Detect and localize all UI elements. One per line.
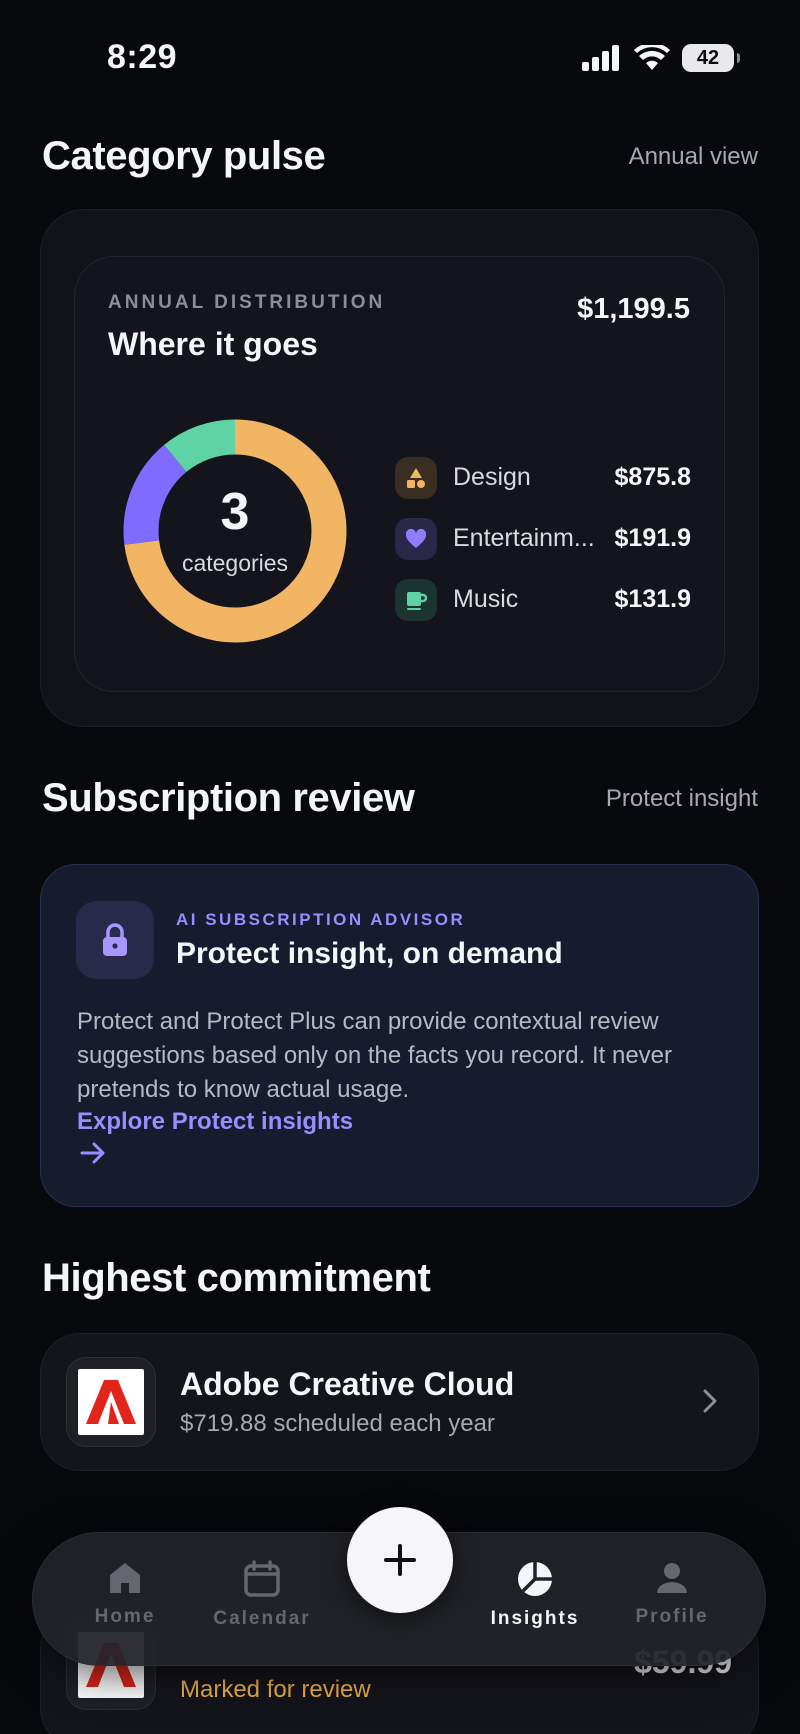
legend-item-design[interactable]: Design $875.8 [395, 447, 691, 508]
advisor-overline: AI SUBSCRIPTION ADVISOR [176, 910, 466, 929]
status-icons: 42 [582, 44, 740, 72]
adobe-logo-icon [66, 1357, 156, 1447]
person-icon [657, 1563, 687, 1593]
plus-icon [384, 1544, 416, 1576]
heart-icon [395, 517, 437, 560]
battery-indicator: 42 [682, 44, 740, 72]
distribution-total: $1,199.5 [577, 293, 690, 325]
subscription-review-header: Subscription review Protect insight [42, 776, 758, 821]
section-title: Highest commitment [42, 1256, 431, 1300]
legend-value: $131.9 [614, 585, 691, 613]
wifi-icon [634, 45, 670, 70]
legend-label: Design [453, 463, 531, 491]
explore-protect-insights-link[interactable]: Explore Protect insights [77, 1108, 353, 1136]
tab-calendar[interactable]: Calendar [192, 1560, 332, 1630]
highest-commitment-header: Highest commitment [42, 1256, 758, 1301]
protect-insight-link[interactable]: Protect insight [606, 785, 758, 813]
annual-view-link[interactable]: Annual view [629, 143, 758, 171]
advisor-description: Protect and Protect Plus can provide con… [77, 1008, 673, 1103]
legend-item-entertainment[interactable]: Entertainm... $191.9 [395, 508, 691, 569]
tab-label: Insights [490, 1608, 580, 1629]
tab-label: Home [94, 1606, 156, 1627]
donut-center: 3 categories [123, 419, 347, 643]
category-legend: Design $875.8 Entertainm... $191.9 Music… [395, 447, 691, 630]
tab-profile[interactable]: Profile [602, 1560, 742, 1628]
cellular-signal-icon [582, 45, 619, 71]
advisor-title: Protect insight, on demand [176, 937, 563, 970]
pie-chart-icon [518, 1562, 552, 1596]
tab-label: Calendar [213, 1608, 311, 1629]
category-count-label: categories [181, 549, 289, 576]
arrow-right-icon[interactable] [80, 1142, 106, 1164]
distribution-overline: ANNUAL DISTRIBUTION [108, 292, 386, 313]
tab-label: Profile [635, 1606, 709, 1627]
category-pulse-header: Category pulse Annual view [42, 134, 758, 179]
legend-item-music[interactable]: Music $131.9 [395, 569, 691, 630]
review-item-status: Marked for review [180, 1676, 371, 1703]
home-icon [110, 1563, 140, 1593]
distribution-title: Where it goes [108, 326, 318, 362]
add-subscription-button[interactable] [347, 1507, 453, 1613]
legend-label: Music [453, 585, 519, 613]
category-count: 3 [220, 482, 250, 541]
legend-label: Entertainm... [453, 524, 595, 552]
shapes-icon [395, 456, 437, 499]
section-title: Category pulse [42, 134, 326, 178]
app-annual-cost: $719.88 scheduled each year [180, 1410, 495, 1437]
chevron-right-icon [703, 1389, 717, 1413]
status-time: 8:29 [107, 38, 178, 76]
tab-home[interactable]: Home [55, 1560, 195, 1628]
calendar-icon [244, 1560, 280, 1597]
legend-value: $875.8 [614, 463, 691, 491]
status-bar: 8:29 42 [0, 0, 800, 110]
legend-value: $191.9 [614, 524, 691, 552]
app-name: Adobe Creative Cloud [180, 1366, 515, 1402]
section-title: Subscription review [42, 776, 415, 820]
tab-insights[interactable]: Insights [465, 1560, 605, 1630]
cup-icon [395, 578, 437, 621]
lock-icon [76, 901, 154, 979]
